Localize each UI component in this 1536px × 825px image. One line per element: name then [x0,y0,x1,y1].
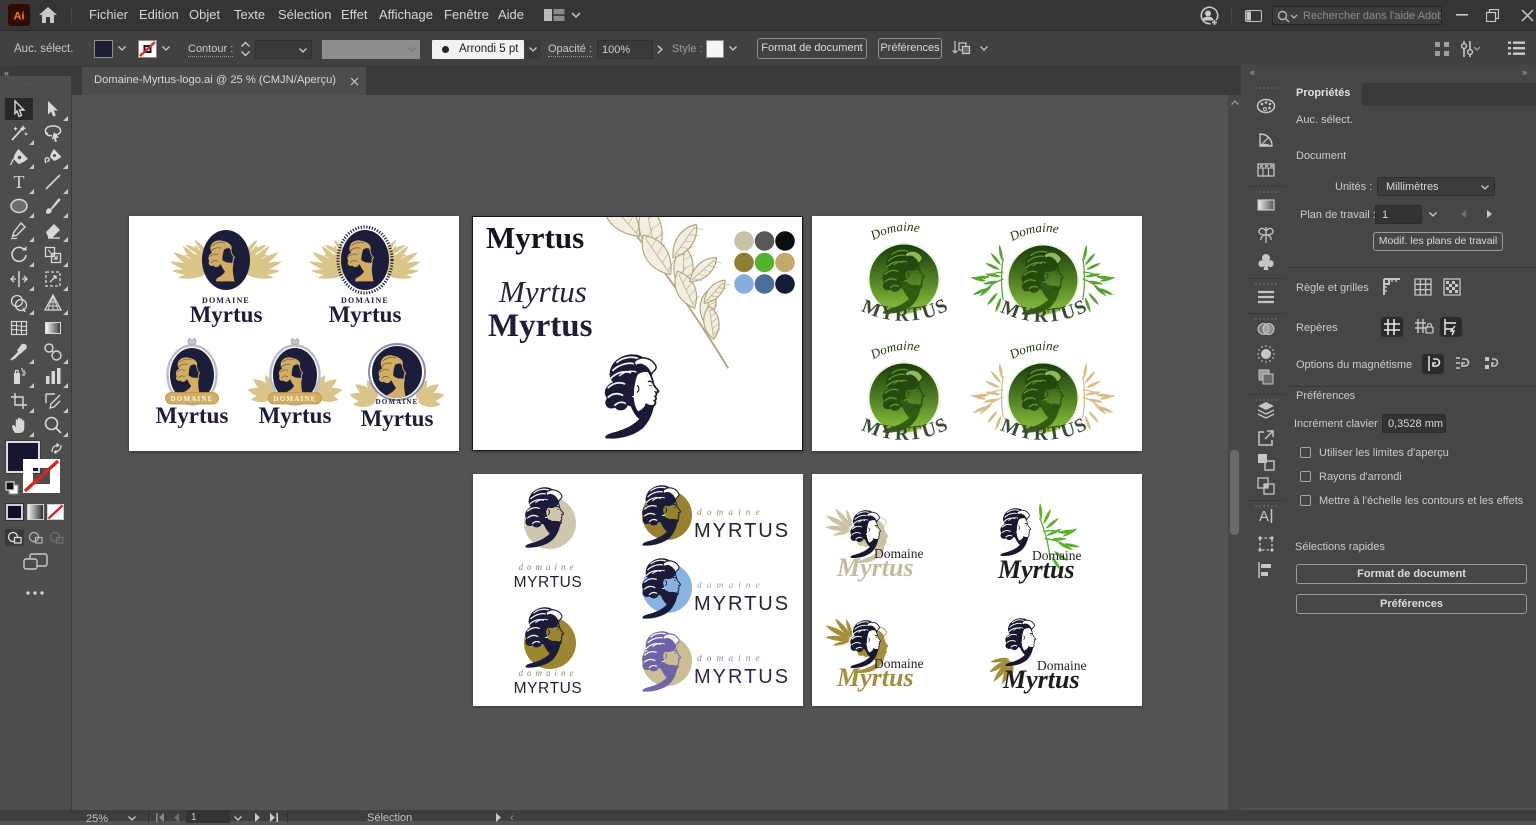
svg-text:Myrtus: Myrtus [259,403,332,428]
svg-text:Myrtus: Myrtus [1002,665,1080,694]
svg-text:Myrtus: Myrtus [190,302,263,327]
svg-text:domaine: domaine [519,668,578,678]
svg-text:domaine: domaine [697,581,765,591]
svg-text:Ai: Ai [14,11,25,23]
svg-text:Myrtus: Myrtus [836,663,914,692]
svg-text:Myrtus: Myrtus [836,553,914,582]
svg-text:MYRTUS: MYRTUS [514,680,583,697]
svg-text:T: T [14,172,25,192]
svg-text:MYRTUS: MYRTUS [694,593,790,615]
svg-text:Myrtus: Myrtus [486,220,584,255]
svg-text:Domaine: Domaine [1006,338,1060,362]
svg-text:MYRTUS: MYRTUS [514,574,583,591]
svg-text:domaine: domaine [697,654,765,664]
svg-text:Domaine: Domaine [1006,220,1060,244]
svg-text:Myrtus: Myrtus [156,403,229,428]
svg-text:MYRTUS: MYRTUS [694,520,790,542]
svg-text:Myrtus: Myrtus [997,555,1075,584]
svg-text:domaine: domaine [697,508,765,518]
svg-text:Domaine: Domaine [867,338,921,362]
svg-text:MYRTUS: MYRTUS [694,666,790,688]
svg-text:A: A [1259,508,1269,525]
svg-text:DOMAINE: DOMAINE [273,395,316,403]
svg-text:DOMAINE: DOMAINE [170,395,213,403]
svg-text:Myrtus: Myrtus [329,302,402,327]
svg-text:Myrtus: Myrtus [488,308,593,344]
svg-text:domaine: domaine [519,562,578,572]
svg-text:Myrtus: Myrtus [498,274,587,309]
svg-text:Myrtus: Myrtus [361,406,434,431]
svg-text:Domaine: Domaine [867,219,921,243]
svg-text:DOMAINE: DOMAINE [375,398,418,406]
